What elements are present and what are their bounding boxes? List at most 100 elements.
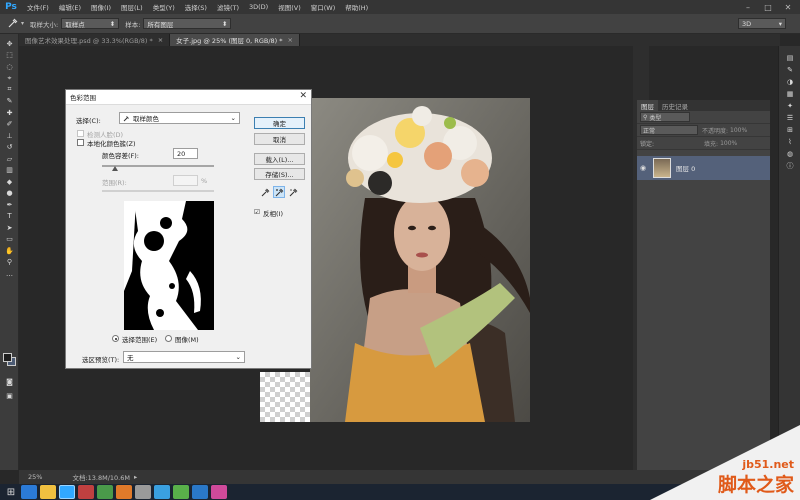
path-selection-tool-icon[interactable]: ➤ [0, 222, 19, 234]
foreground-color-swatch[interactable] [3, 353, 12, 362]
range-slider[interactable] [102, 190, 214, 192]
dodge-tool-icon[interactable]: ● [0, 188, 19, 200]
history-panel-icon[interactable]: ▤ [779, 52, 800, 64]
fill-value[interactable]: 100% [720, 140, 737, 147]
chevron-down-icon: ▾ [778, 19, 782, 28]
taskbar-app-icon[interactable] [97, 485, 113, 499]
healing-brush-tool-icon[interactable]: ✚ [0, 107, 19, 119]
layer-row-selected[interactable]: ◉ 图层 0 [637, 156, 770, 180]
blur-tool-icon[interactable]: ◆ [0, 176, 19, 188]
taskbar-photoshop-icon[interactable] [59, 485, 75, 499]
menu-edit[interactable]: 编辑(E) [54, 2, 86, 12]
adjustments-panel-icon[interactable]: ◑ [779, 76, 800, 88]
ok-button[interactable]: 确定 [254, 117, 305, 129]
styles-panel-icon[interactable]: ✦ [779, 100, 800, 112]
taskbar-app-icon[interactable] [173, 485, 189, 499]
paths-panel-icon[interactable]: ⌇ [779, 136, 800, 148]
pen-tool-icon[interactable]: ✒ [0, 199, 19, 211]
lasso-tool-icon[interactable]: ◌ [0, 61, 19, 73]
quick-selection-tool-icon[interactable]: ⌖ [0, 73, 19, 85]
workspace-select[interactable]: 3D ▾ [738, 18, 786, 29]
hand-tool-icon[interactable]: ✋ [0, 245, 19, 257]
more-tools-icon[interactable]: … [0, 268, 19, 280]
taskbar-app-icon[interactable] [211, 485, 227, 499]
sample-size-select[interactable]: 取样点 ⬍ [61, 18, 120, 29]
crop-tool-icon[interactable]: ⌗ [0, 84, 19, 96]
zoom-level[interactable]: 25% [28, 473, 42, 481]
layers-panel-icon[interactable]: ☰ [779, 112, 800, 124]
zoom-tool-icon[interactable]: ⚲ [0, 257, 19, 269]
radio-image[interactable] [165, 335, 172, 342]
taskbar-app-icon[interactable] [154, 485, 170, 499]
menu-help[interactable]: 帮助(H) [340, 2, 373, 12]
menu-filter[interactable]: 滤镜(T) [212, 2, 244, 12]
taskbar-app-icon[interactable] [192, 485, 208, 499]
move-tool-icon[interactable]: ✥ [0, 38, 19, 50]
taskbar-explorer-icon[interactable] [40, 485, 56, 499]
localized-clusters-checkbox[interactable] [77, 139, 84, 146]
range-input[interactable] [173, 175, 198, 186]
fuzziness-input[interactable]: 20 [173, 148, 198, 159]
status-menu-icon[interactable]: ▸ [134, 473, 137, 481]
taskbar-app-icon[interactable] [135, 485, 151, 499]
menu-select[interactable]: 选择(S) [180, 2, 212, 12]
taskbar-app-icon[interactable] [116, 485, 132, 499]
radio-selection[interactable] [112, 335, 119, 342]
detect-faces-checkbox[interactable] [77, 130, 84, 137]
eyedropper-add-icon[interactable] [273, 186, 285, 198]
eyedropper-subtract-icon[interactable] [287, 186, 299, 198]
tab-history[interactable]: 历史记录 [658, 100, 692, 111]
rectangle-tool-icon[interactable]: ▭ [0, 234, 19, 246]
opacity-value[interactable]: 100% [730, 127, 747, 134]
selection-preview-select[interactable]: 无 ⌄ [123, 351, 245, 363]
close-window-button[interactable]: ✕ [778, 0, 798, 14]
eyedropper-tool-icon[interactable]: ✎ [0, 96, 19, 108]
close-icon[interactable]: ✕ [299, 91, 307, 101]
history-brush-tool-icon[interactable]: ↺ [0, 142, 19, 154]
maximize-button[interactable]: □ [758, 0, 778, 14]
load-button[interactable]: 载入(L)... [254, 153, 305, 165]
channels-panel-icon[interactable]: ⊞ [779, 124, 800, 136]
tool-preset-dropdown-icon[interactable]: ▾ [21, 20, 24, 27]
dialog-title-bar: 色彩范围 ✕ [66, 90, 311, 105]
minimize-button[interactable]: – [738, 0, 758, 14]
swatches-panel-icon[interactable]: ▦ [779, 88, 800, 100]
eyedropper-tool-icon[interactable] [8, 18, 18, 30]
tab-document-1[interactable]: 图像艺术效果处理.psd @ 33.3%(RGB/8) * × [19, 34, 171, 46]
menu-window[interactable]: 窗口(W) [306, 2, 341, 12]
eye-icon[interactable]: ◉ [640, 164, 646, 172]
cancel-button[interactable]: 取消 [254, 133, 305, 145]
eyedropper-sample-icon[interactable] [259, 186, 271, 198]
type-tool-icon[interactable]: T [0, 211, 19, 223]
info-panel-icon[interactable]: ⓘ [779, 160, 800, 172]
menu-image[interactable]: 图像(I) [86, 2, 116, 12]
save-button[interactable]: 存储(S)... [254, 168, 305, 180]
brush-panel-icon[interactable]: ✎ [779, 64, 800, 76]
eraser-tool-icon[interactable]: ▱ [0, 153, 19, 165]
close-icon[interactable]: × [158, 36, 163, 44]
screen-mode-icon[interactable]: ▣ [0, 390, 19, 402]
quick-mask-icon[interactable]: ◙ [0, 376, 19, 388]
select-dropdown[interactable]: 取样颜色 ⌄ [119, 112, 240, 124]
blend-mode-select[interactable]: 正常 [640, 125, 698, 135]
menu-file[interactable]: 文件(F) [22, 2, 54, 12]
menu-type[interactable]: 类型(Y) [148, 2, 180, 12]
menu-3d[interactable]: 3D(D) [244, 3, 273, 11]
tab-document-2[interactable]: 女子.jpg @ 25% (图层 0, RGB/8) * × [170, 34, 300, 46]
menu-layer[interactable]: 图层(L) [116, 2, 148, 12]
close-icon[interactable]: × [288, 36, 293, 44]
brush-tool-icon[interactable]: ✐ [0, 119, 19, 131]
gradient-tool-icon[interactable]: ▥ [0, 165, 19, 177]
sample-select[interactable]: 所有图层 ⬍ [143, 18, 232, 29]
layer-filter-select[interactable]: ⚲ 类型 [640, 112, 690, 122]
color-panel-icon[interactable]: ◍ [779, 148, 800, 160]
tab-layers[interactable]: 图层 [637, 100, 658, 111]
invert-checkbox[interactable]: ☑ [254, 208, 260, 216]
fuzziness-slider[interactable] [102, 165, 214, 167]
menu-view[interactable]: 视图(V) [273, 2, 306, 12]
marquee-tool-icon[interactable]: ⬚ [0, 50, 19, 62]
clone-stamp-tool-icon[interactable]: ⊥ [0, 130, 19, 142]
start-button-icon[interactable]: ⊞ [4, 485, 18, 499]
taskbar-browser-icon[interactable] [21, 485, 37, 499]
taskbar-app-icon[interactable] [78, 485, 94, 499]
